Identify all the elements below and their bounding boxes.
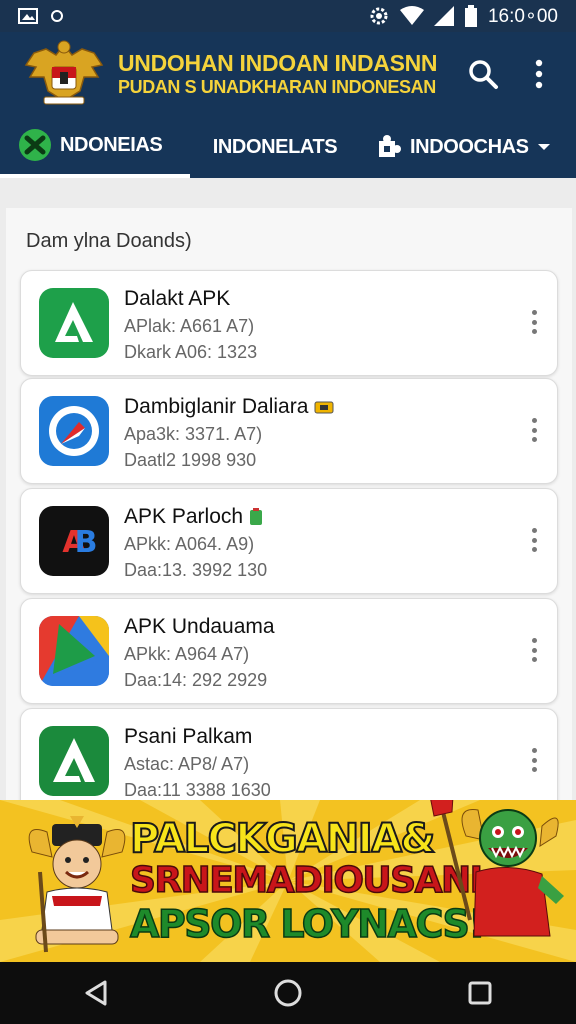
green-badge-icon bbox=[249, 508, 262, 526]
recents-button[interactable] bbox=[450, 968, 510, 1018]
mascot-left-icon bbox=[28, 816, 126, 953]
picture-icon bbox=[18, 8, 38, 24]
app-version: APkk: A964 A7) bbox=[124, 644, 250, 664]
app-version: APlak: A661 A7) bbox=[124, 316, 255, 336]
tab-ndoneias[interactable]: NDONEIAS bbox=[0, 116, 190, 178]
app-subtitle: PUDAN S UNADKHARAN INDONESAN bbox=[118, 76, 436, 97]
app-date: Dkark A06: 1323 bbox=[124, 342, 258, 362]
settings-icon bbox=[370, 7, 388, 25]
battery-badge-icon bbox=[314, 401, 334, 414]
app-date: Daa:13. 3992 130 bbox=[124, 560, 268, 580]
black-ab-app-icon: AB bbox=[39, 506, 109, 576]
clock: 16:0∘00 bbox=[487, 5, 558, 27]
app-date: Daa:14: 292 2929 bbox=[124, 670, 268, 690]
app-header: UNDOHAN INDOAN INDASNN PUDAN S UNADKHARA… bbox=[0, 32, 576, 178]
more-options-button[interactable] bbox=[525, 635, 543, 665]
tab-label: INDONELATS bbox=[212, 135, 338, 158]
mascot-right-icon bbox=[430, 800, 564, 937]
green-x-icon bbox=[19, 129, 51, 161]
search-button[interactable] bbox=[464, 55, 502, 93]
status-bar: 16:0∘00 bbox=[0, 0, 576, 32]
section-title: Dam ylna Doands) bbox=[26, 230, 192, 252]
home-icon bbox=[274, 979, 302, 1007]
more-options-button[interactable] bbox=[525, 745, 543, 775]
app-name: Psani Palkam bbox=[124, 725, 253, 748]
search-icon bbox=[469, 60, 498, 89]
overflow-menu-button[interactable] bbox=[520, 55, 558, 93]
tab-label: NDONEIAS bbox=[60, 133, 163, 156]
app-list-panel: Dam ylna Doands) Dalakt APK APlak: A661 … bbox=[6, 208, 572, 814]
app-name: APK Undauama bbox=[124, 615, 275, 638]
tab-label: INDOOCHAS bbox=[410, 135, 529, 158]
app-list-item[interactable]: AB APK Parloch APkk: A064. A9) Daa:13. 3… bbox=[20, 488, 558, 594]
battery-icon bbox=[464, 5, 477, 27]
puzzle-icon bbox=[379, 135, 401, 157]
svg-text:B: B bbox=[75, 525, 98, 560]
app-list-item[interactable]: Dalakt APK APlak: A661 A7) Dkark A06: 13… bbox=[20, 270, 558, 376]
recents-icon bbox=[468, 981, 492, 1005]
promo-banner[interactable]: PALCKGANIA& SRNEMADIOUSANI APSOR LOYNACS… bbox=[0, 800, 576, 962]
more-options-button[interactable] bbox=[525, 307, 543, 337]
tri-color-app-icon bbox=[39, 616, 109, 686]
back-icon bbox=[85, 980, 107, 1006]
more-vert-icon bbox=[535, 59, 543, 89]
more-options-button[interactable] bbox=[525, 415, 543, 445]
sync-icon bbox=[51, 10, 63, 22]
app-title: UNDOHAN INDOAN INDASNN bbox=[118, 50, 438, 77]
app-name: APK Parloch bbox=[124, 505, 244, 528]
app-version: Astac: AP8/ A7) bbox=[124, 754, 250, 774]
more-options-button[interactable] bbox=[525, 525, 543, 555]
tab-indoochas[interactable]: INDOOCHAS bbox=[360, 116, 576, 178]
banner-line-1: PALCKGANIA& bbox=[129, 815, 436, 863]
app-date: Daatl2 1998 930 bbox=[124, 450, 257, 470]
back-button[interactable] bbox=[66, 968, 126, 1018]
app-list-item[interactable]: Dambiglanir Daliara Apa3k: 3371. A7) Daa… bbox=[20, 378, 558, 484]
green-a-app-icon bbox=[39, 726, 109, 796]
blue-compass-app-icon bbox=[39, 396, 109, 466]
wifi-icon bbox=[399, 6, 424, 25]
tab-indonelats[interactable]: INDONELATS bbox=[190, 116, 360, 178]
app-version: Apa3k: 3371. A7) bbox=[124, 424, 263, 444]
app-name: Dalakt APK bbox=[124, 287, 231, 310]
green-triangle-app-icon bbox=[39, 288, 109, 358]
app-list-item[interactable]: Psani Palkam Astac: AP8/ A7) Daa:11 3388… bbox=[20, 708, 558, 814]
system-nav-bar bbox=[0, 962, 576, 1024]
garuda-emblem-icon bbox=[24, 40, 104, 105]
tab-bar: NDONEIAS INDONELATS INDOOCHAS bbox=[0, 116, 576, 178]
chevron-down-icon bbox=[537, 144, 550, 150]
app-name: Dambiglanir Daliara bbox=[124, 395, 309, 418]
signal-icon bbox=[433, 6, 454, 26]
app-list-item[interactable]: APK Undauama APkk: A964 A7) Daa:14: 292 … bbox=[20, 598, 558, 704]
home-button[interactable] bbox=[258, 968, 318, 1018]
app-version: APkk: A064. A9) bbox=[124, 534, 255, 554]
